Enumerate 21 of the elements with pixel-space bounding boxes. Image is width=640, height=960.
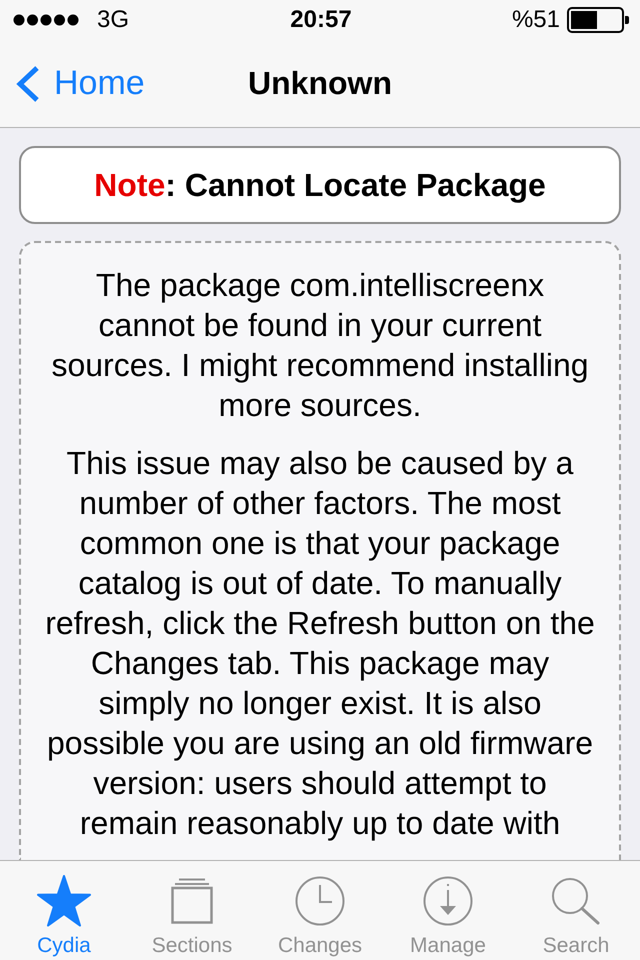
clock-time: 20:57 bbox=[290, 6, 352, 34]
chevron-icon bbox=[16, 66, 40, 102]
tab[interactable]: Sections bbox=[128, 861, 256, 960]
message-paragraph: The package com.intelliscreenx cannot be found in your current sources. I might recommend installing more sources. bbox=[50, 266, 590, 425]
note-heading: Note: Cannot Locate Package bbox=[19, 146, 621, 224]
clock-icon bbox=[295, 876, 345, 926]
download-icon bbox=[423, 876, 473, 926]
tab[interactable]: Search bbox=[512, 861, 640, 960]
search-icon bbox=[551, 877, 601, 925]
tab[interactable]: Changes bbox=[256, 861, 384, 960]
stack-icon bbox=[171, 878, 213, 924]
back-button[interactable]: Home bbox=[0, 64, 145, 103]
star-icon bbox=[37, 875, 91, 927]
network-label: 3G bbox=[97, 6, 130, 34]
battery-percent: %51 bbox=[512, 6, 560, 34]
page-title: Unknown bbox=[248, 65, 392, 102]
tab[interactable]: Cydia bbox=[0, 861, 128, 960]
message-paragraph: This issue may also be caused by a number of other factors. The most common one is that your package catalog is out of date. To manually refresh, click the Refresh button on the Changes tab. This package may simply no longer exist. It is also possible you are using an old firmware version: users should attempt to remain reasonably up to date with bbox=[45, 444, 595, 843]
signal-icon bbox=[13, 14, 79, 26]
battery-icon bbox=[567, 7, 629, 33]
tab[interactable]: Manage bbox=[384, 861, 512, 960]
